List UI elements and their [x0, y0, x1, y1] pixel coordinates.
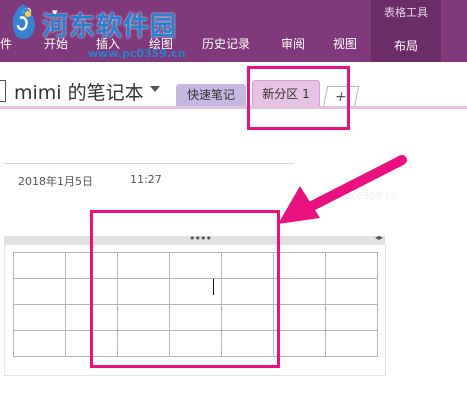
table-cell[interactable] [13, 330, 66, 357]
tab-layout[interactable]: 布局 [371, 37, 441, 54]
table-cell[interactable] [13, 252, 66, 279]
highlight-section-tab [247, 66, 350, 130]
page-title-line[interactable] [4, 163, 294, 164]
table-cell[interactable] [325, 252, 378, 279]
tab-history[interactable]: 历史记录 [202, 37, 250, 51]
page-time: 11:27 [130, 173, 162, 186]
notebook-title[interactable]: mimi 的笔记本 [14, 78, 144, 105]
table-cell[interactable] [13, 304, 66, 331]
page-date: 2018年1月5日 [18, 175, 93, 188]
watermark-logo-icon [12, 4, 35, 39]
watermark-text: 河东软件园 [42, 12, 178, 42]
table-cell[interactable] [273, 330, 326, 357]
table-cell[interactable] [273, 304, 326, 331]
table-tools-group: 表格工具 布局 [371, 0, 441, 62]
table-cell[interactable] [13, 278, 66, 305]
section-underline [0, 106, 467, 109]
table-cell[interactable] [273, 252, 326, 279]
annotation-arrow-icon [278, 155, 407, 224]
watermark-url: www.pc0359.cn [88, 47, 186, 60]
table-cell[interactable] [325, 304, 378, 331]
resize-arrows-icon[interactable]: ◂▸ [375, 233, 383, 242]
table-cell[interactable] [273, 278, 326, 305]
highlight-table-column [90, 210, 280, 368]
section-tab-quick-notes[interactable]: 快速笔记 [176, 84, 246, 106]
chevron-down-icon[interactable] [150, 86, 160, 92]
table-cell[interactable] [325, 330, 378, 357]
tab-review[interactable]: 审阅 [281, 37, 305, 51]
tab-view[interactable]: 视图 [333, 37, 357, 51]
table-cell[interactable] [325, 278, 378, 305]
notebook-icon[interactable] [0, 80, 6, 102]
table-tools-label: 表格工具 [384, 6, 428, 19]
